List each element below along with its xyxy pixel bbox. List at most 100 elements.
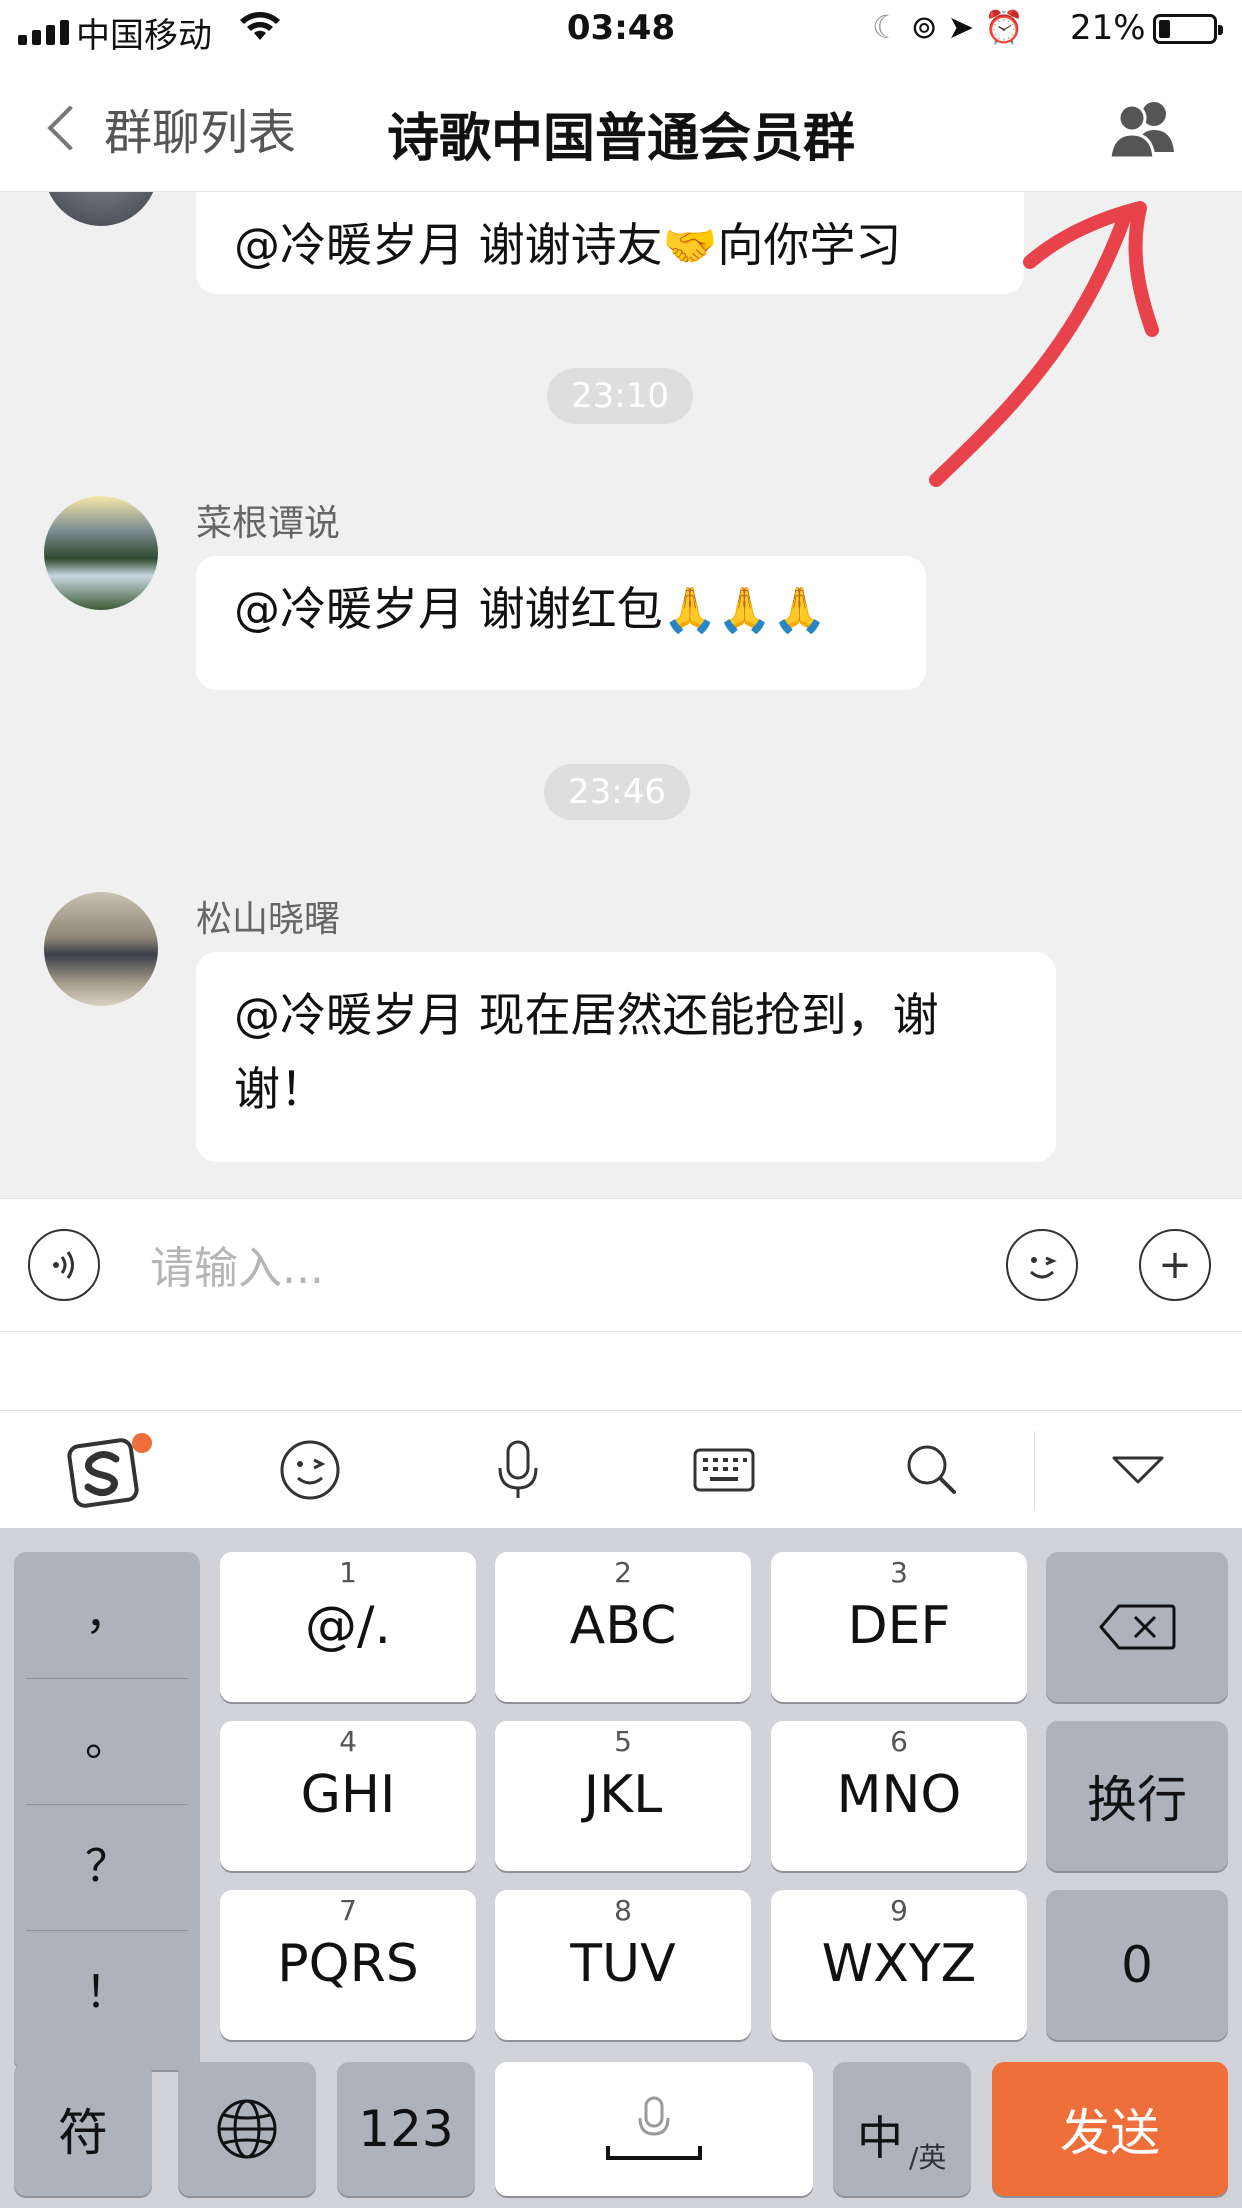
search-icon [907, 1445, 956, 1494]
key-4[interactable]: 4 GHI [220, 1721, 476, 1871]
key-label: DEF [847, 1596, 951, 1656]
message-bubble[interactable]: @冷暖岁月 谢谢诗友🤝向你学习 [196, 192, 1024, 294]
key-label: 0 [1121, 1936, 1153, 1994]
divider [1034, 1431, 1035, 1509]
message-input[interactable] [148, 1227, 972, 1309]
punct-key-question[interactable]: ？ [26, 1804, 188, 1931]
battery-icon [1153, 14, 1223, 44]
numbers-key[interactable]: 123 [337, 2062, 475, 2196]
symbols-key[interactable]: 符 [14, 2062, 152, 2196]
send-label: 发送 [1060, 2104, 1160, 2162]
key-number: 7 [339, 1894, 357, 1927]
avatar[interactable] [44, 892, 158, 1006]
ime-collapse-button[interactable] [1098, 1435, 1178, 1505]
punct-key-exclaim[interactable]: ！ [26, 1930, 188, 2056]
keyboard-icon [693, 1448, 755, 1492]
key-number: 6 [890, 1725, 908, 1758]
key-label: WXYZ [821, 1934, 977, 1994]
key-sublabel: /英 [909, 2141, 947, 2174]
chat-area[interactable]: @冷暖岁月 谢谢诗友🤝向你学习 23:10 菜根谭说 @冷暖岁月 谢谢红包🙏🙏🙏… [0, 192, 1242, 1198]
key-2[interactable]: 2 ABC [495, 1552, 751, 1702]
more-plus-button[interactable]: + [1139, 1229, 1211, 1301]
avatar[interactable] [44, 192, 158, 226]
key-label: PQRS [277, 1934, 419, 1994]
ime-voice-button[interactable] [478, 1435, 558, 1505]
group-members-button[interactable] [1104, 94, 1184, 164]
punctuation-column: ， 。 ？ ！ [14, 1552, 200, 2070]
punct-key-period[interactable]: 。 [26, 1678, 188, 1805]
key-label: 中 [857, 2111, 903, 2165]
language-switch-key[interactable]: 中 /英 [833, 2062, 971, 2196]
key-label: GHI [300, 1765, 396, 1825]
key-label: TUV [570, 1934, 676, 1994]
battery-fill [1159, 20, 1170, 38]
message-text: @冷暖岁月 谢谢诗友 [234, 218, 663, 272]
key-9[interactable]: 9 WXYZ [771, 1890, 1027, 2040]
key-6[interactable]: 6 MNO [771, 1721, 1027, 1871]
message-input-bar: + [0, 1198, 1242, 1332]
key-8[interactable]: 8 TUV [495, 1890, 751, 2040]
alarm-icon: ⏰ [984, 8, 1035, 46]
key-label: 符 [58, 2104, 108, 2162]
key-label: 换行 [1087, 1771, 1187, 1829]
key-3[interactable]: 3 DEF [771, 1552, 1027, 1702]
key-number: 4 [339, 1725, 357, 1758]
globe-icon [217, 2099, 277, 2159]
send-button[interactable]: 发送 [992, 2062, 1228, 2196]
space-key[interactable] [495, 2062, 813, 2196]
key-number: 5 [614, 1725, 632, 1758]
key-number: 9 [890, 1894, 908, 1927]
key-number: 1 [339, 1556, 357, 1589]
key-label: 123 [358, 2100, 454, 2158]
plus-icon: + [1158, 1242, 1192, 1288]
sogou-logo-button[interactable] [64, 1431, 154, 1511]
voice-toggle-button[interactable] [28, 1229, 100, 1301]
microphone-icon [606, 2096, 702, 2160]
microphone-icon [498, 1440, 538, 1498]
handshake-emoji: 🤝 [662, 221, 718, 272]
nav-bar: 群聊列表 诗歌中国普通会员群 [0, 64, 1242, 192]
page-title-text: 诗歌中国普通会员群 [386, 109, 855, 169]
globe-key[interactable] [178, 2062, 316, 2196]
sender-name: 松山晓曙 [196, 899, 341, 940]
keyboard: ， 。 ？ ！ 1 @/. 2 ABC 3 DEF 4 GHI 5 JKL 6 MNO 换行… [0, 1528, 1242, 2208]
status-icons: ☾⊚➤⏰ [872, 8, 1034, 46]
key-1[interactable]: 1 @/. [220, 1552, 476, 1702]
key-number: 3 [890, 1556, 908, 1589]
ime-emoji-button[interactable] [270, 1435, 350, 1505]
key-label: JKL [583, 1765, 663, 1825]
timestamp-pill: 23:10 [547, 368, 693, 424]
battery-percent: 21% [1070, 8, 1146, 48]
wink-face-icon [1029, 1256, 1057, 1279]
clock-time: 03:48 [566, 8, 676, 48]
key-label: MNO [836, 1765, 962, 1825]
group-members-icon [1108, 102, 1174, 160]
key-number: 2 [614, 1556, 632, 1589]
pray-emoji: 🙏🙏🙏 [662, 585, 827, 636]
sogou-logo-icon [67, 1433, 152, 1508]
status-bar: 中国移动 03:48 ☾⊚➤⏰ 21% [0, 0, 1242, 64]
key-number: 8 [614, 1894, 632, 1927]
ime-toolbar [0, 1410, 1242, 1528]
key-7[interactable]: 7 PQRS [220, 1890, 476, 2040]
message-bubble[interactable]: @冷暖岁月 谢谢红包🙏🙏🙏 [196, 556, 926, 690]
punct-key-comma[interactable]: ， [26, 1552, 188, 1679]
location-icon: ➤ [947, 8, 985, 46]
avatar[interactable] [44, 496, 158, 610]
ime-keyboard-button[interactable] [684, 1435, 764, 1505]
backspace-key[interactable] [1046, 1552, 1228, 1702]
key-5[interactable]: 5 JKL [495, 1721, 751, 1871]
key-label: @/. [304, 1596, 392, 1656]
key-0[interactable]: 0 [1046, 1890, 1228, 2040]
key-label: ABC [569, 1596, 677, 1656]
page-title: 诗歌中国普通会员群 [0, 96, 1242, 171]
timestamp-pill: 23:46 [544, 764, 690, 820]
voice-icon [53, 1251, 74, 1279]
newline-key[interactable]: 换行 [1046, 1721, 1228, 1871]
emoji-button[interactable] [1006, 1229, 1078, 1301]
backspace-icon [1099, 1604, 1176, 1650]
message-bubble[interactable]: @冷暖岁月 现在居然还能抢到，谢谢！ [196, 952, 1056, 1162]
rotation-lock-icon: ⊚ [910, 8, 948, 46]
collapse-triangle-icon [1112, 1456, 1164, 1484]
ime-search-button[interactable] [892, 1435, 972, 1505]
